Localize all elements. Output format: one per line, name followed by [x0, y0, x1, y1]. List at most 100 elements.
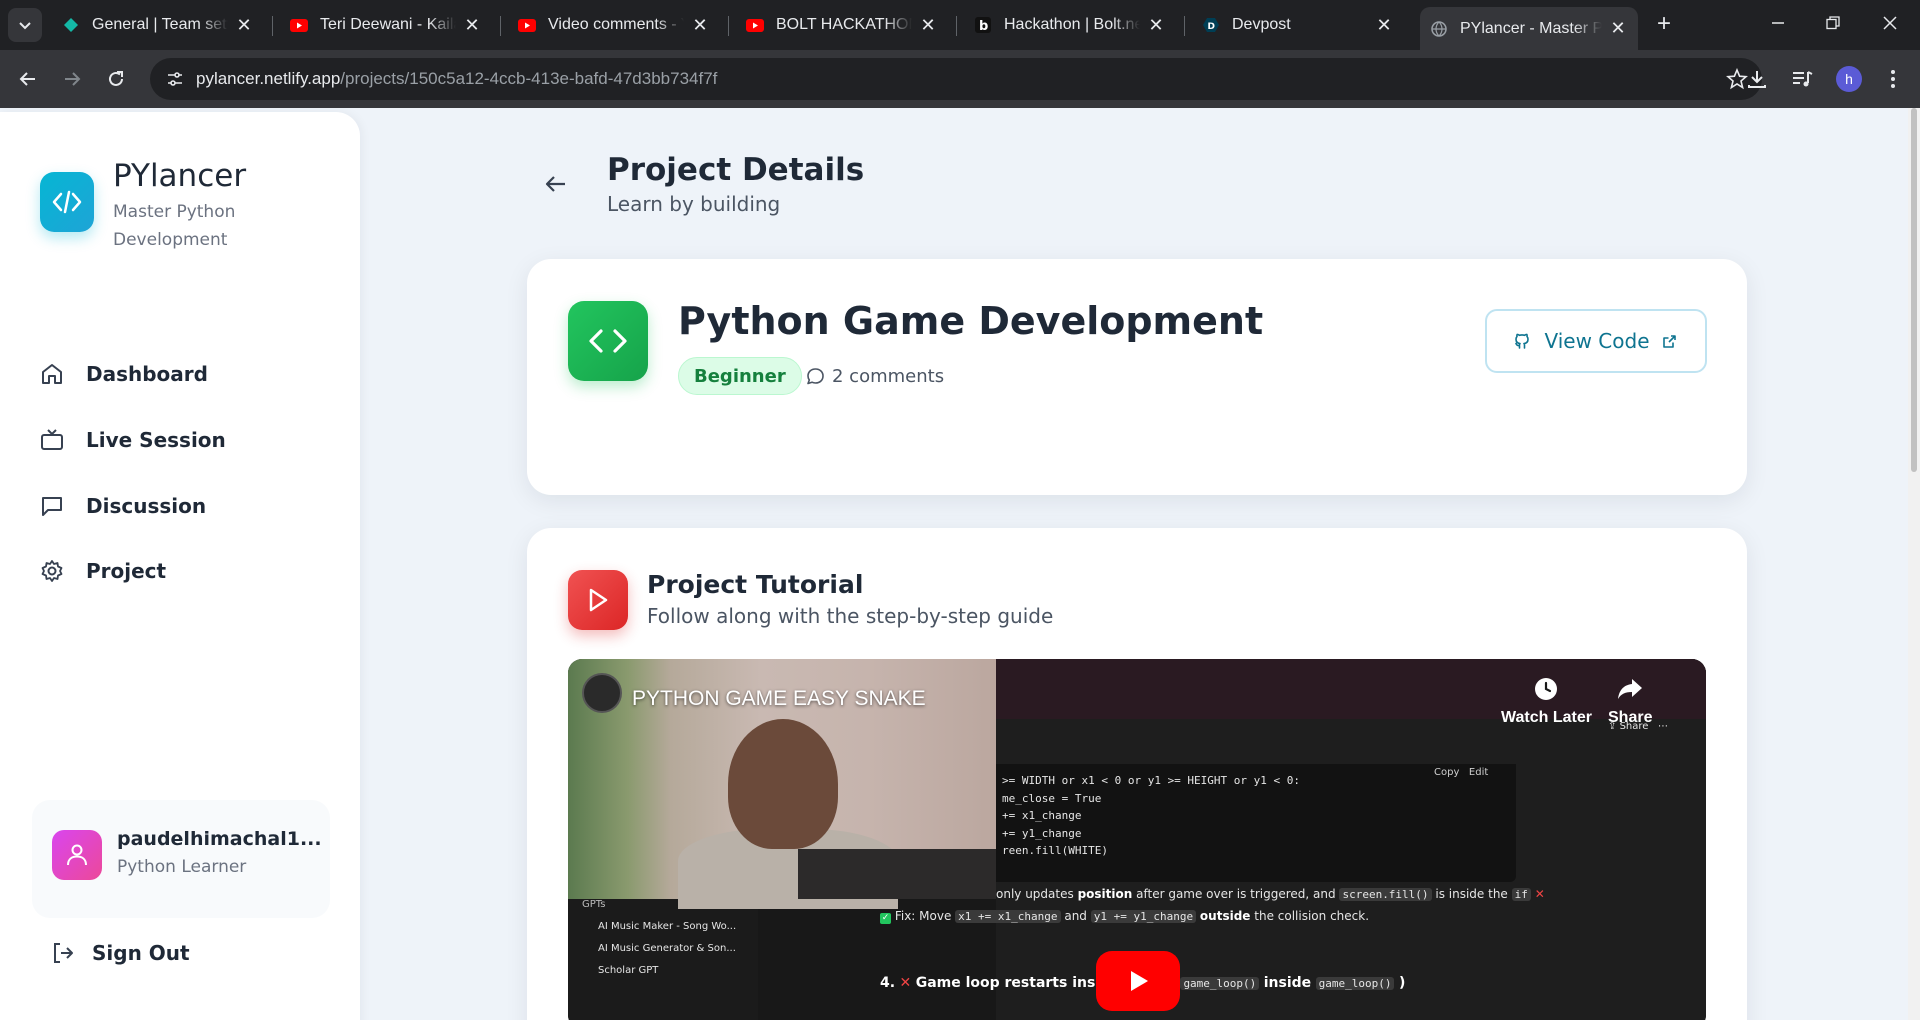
code-line: reen.fill(WHITE)	[1002, 844, 1108, 857]
app-logo	[40, 172, 94, 232]
browser-tab-bar: General | Team settings ✕ Teri Deewani -…	[0, 0, 1920, 50]
nav-label: Dashboard	[86, 362, 208, 386]
tv-icon	[38, 426, 66, 454]
code-line: += x1_change	[1002, 809, 1082, 822]
chevron-down-icon	[19, 22, 31, 30]
code-line: += y1_change	[1002, 826, 1082, 840]
tab-divider	[272, 16, 273, 36]
video-text: is inside the	[1435, 887, 1508, 901]
video-share-small: ⇪ Share ⋯	[1608, 721, 1668, 732]
tab-search-button[interactable]	[8, 8, 42, 42]
channel-avatar[interactable]	[582, 673, 622, 713]
close-icon[interactable]: ✕	[462, 15, 482, 35]
tab-title: Devpost	[1232, 16, 1291, 33]
video-player[interactable]: >= WIDTH or x1 < 0 or y1 >= HEIGHT or y1…	[568, 659, 1706, 1020]
new-tab-button[interactable]: +	[1650, 10, 1678, 38]
user-card[interactable]: paudelhimachal1... Python Learner	[32, 800, 330, 918]
back-arrow-button[interactable]	[540, 168, 572, 200]
browser-tab-active[interactable]: PYlancer - Master Python Development ✕	[1420, 7, 1638, 50]
video-text-line: only updates position after game over is…	[996, 887, 1545, 901]
video-code-chip: screen.fill()	[1339, 888, 1432, 901]
browser-tab[interactable]: General | Team settings ✕	[52, 7, 264, 43]
arrow-left-icon	[19, 72, 35, 86]
youtube-icon	[518, 16, 536, 34]
video-frame-header	[996, 659, 1706, 719]
close-icon[interactable]: ✕	[1374, 15, 1394, 35]
comment-icon	[806, 366, 826, 386]
minimize-button[interactable]	[1760, 8, 1796, 38]
user-role: Python Learner	[117, 857, 247, 877]
tab-divider	[956, 16, 957, 36]
close-icon[interactable]: ✕	[690, 15, 710, 35]
site-settings-icon[interactable]	[164, 68, 186, 90]
nav-item-discussion[interactable]: Discussion	[38, 478, 328, 534]
share-button[interactable]: Share	[1608, 675, 1652, 727]
upload-icon: ⇪	[1608, 721, 1617, 732]
browser-tab[interactable]: D Devpost ✕	[1192, 7, 1404, 43]
url-host: pylancer.netlify.app	[196, 69, 341, 88]
close-icon[interactable]: ✕	[1146, 15, 1166, 35]
project-title: Python Game Development	[678, 299, 1264, 343]
browser-tab[interactable]: BOLT HACKATHON PROJECT ✕	[736, 7, 948, 43]
video-copy-edit: Copy Edit	[1434, 767, 1488, 778]
close-icon[interactable]: ✕	[234, 15, 254, 35]
code-icon	[568, 301, 648, 381]
video-title[interactable]: PYTHON GAME EASY SNAKE	[632, 687, 926, 711]
reload-icon	[109, 71, 123, 86]
tutorial-subtitle: Follow along with the step-by-step guide	[647, 604, 1054, 628]
nav-item-live-session[interactable]: Live Session	[38, 412, 328, 468]
browser-tab[interactable]: b Hackathon | Bolt.new ✕	[964, 7, 1176, 43]
close-icon[interactable]: ✕	[918, 15, 938, 35]
address-bar[interactable]: pylancer.netlify.app/projects/150c5a12-4…	[150, 58, 1762, 100]
close-icon[interactable]: ✕	[1608, 18, 1628, 39]
browser-tab[interactable]: Teri Deewani - Kailash Kher ✕	[280, 7, 492, 43]
play-icon	[1131, 971, 1148, 991]
comments-count[interactable]: 2 comments	[806, 357, 944, 395]
watch-later-button[interactable]: Watch Later	[1501, 675, 1592, 727]
download-icon[interactable]	[1744, 66, 1770, 92]
check-mark-icon: ✓	[880, 913, 891, 924]
youtube-play-button[interactable]	[1096, 951, 1180, 1011]
nav-item-project[interactable]: Project	[38, 543, 328, 599]
tab-divider	[728, 16, 729, 36]
cross-mark-icon: ✕	[899, 975, 912, 991]
video-text: and	[1064, 909, 1087, 923]
tab-title: Teri Deewani - Kailash Kher	[320, 16, 456, 33]
sign-out-button[interactable]: Sign Out	[50, 940, 190, 966]
code-line: me_close = True	[1002, 791, 1102, 805]
tab-title: General | Team settings	[92, 16, 228, 33]
nav-label: Live Session	[86, 428, 226, 452]
level-badge: Beginner	[678, 357, 802, 395]
video-text-line: ✓ Fix: Move x1 += x1_change and y1 += y1…	[880, 909, 1369, 924]
teal-diamond-icon	[62, 16, 80, 34]
page-title: Project Details	[607, 152, 865, 188]
external-link-icon	[1660, 331, 1680, 351]
video-code-chip: game_loop()	[1180, 977, 1260, 990]
media-controls-icon[interactable]	[1789, 66, 1815, 92]
devpost-icon: D	[1202, 16, 1220, 34]
user-icon	[52, 830, 102, 880]
video-list-item: GPTs	[582, 899, 606, 910]
video-list-item: AI Music Maker - Song Wo...	[598, 921, 737, 932]
more-menu-icon[interactable]	[1880, 66, 1906, 92]
tab-title: PYlancer - Master Python Development	[1460, 19, 1602, 37]
scrollbar-thumb[interactable]	[1911, 108, 1917, 472]
page-scrollbar[interactable]	[1908, 108, 1920, 1020]
video-code-chip: x1 += x1_change	[955, 910, 1061, 923]
browser-tab[interactable]: Video comments - YouTube Studio ✕	[508, 7, 720, 43]
youtube-icon	[290, 16, 308, 34]
forward-button[interactable]	[56, 63, 88, 95]
comments-label: 2 comments	[832, 365, 945, 387]
code-icon	[52, 190, 82, 214]
arrow-right-icon	[65, 72, 81, 86]
window-close-button[interactable]	[1872, 8, 1908, 38]
profile-avatar[interactable]: h	[1836, 66, 1862, 92]
reload-button[interactable]	[100, 63, 132, 95]
back-button[interactable]	[12, 63, 44, 95]
restore-button[interactable]	[1815, 8, 1851, 38]
close-icon	[1883, 16, 1897, 30]
nav-item-dashboard[interactable]: Dashboard	[38, 346, 328, 402]
view-code-button[interactable]: View Code	[1485, 309, 1707, 373]
brand-name: PYlancer	[113, 158, 247, 194]
watch-later-label: Watch Later	[1501, 709, 1592, 726]
